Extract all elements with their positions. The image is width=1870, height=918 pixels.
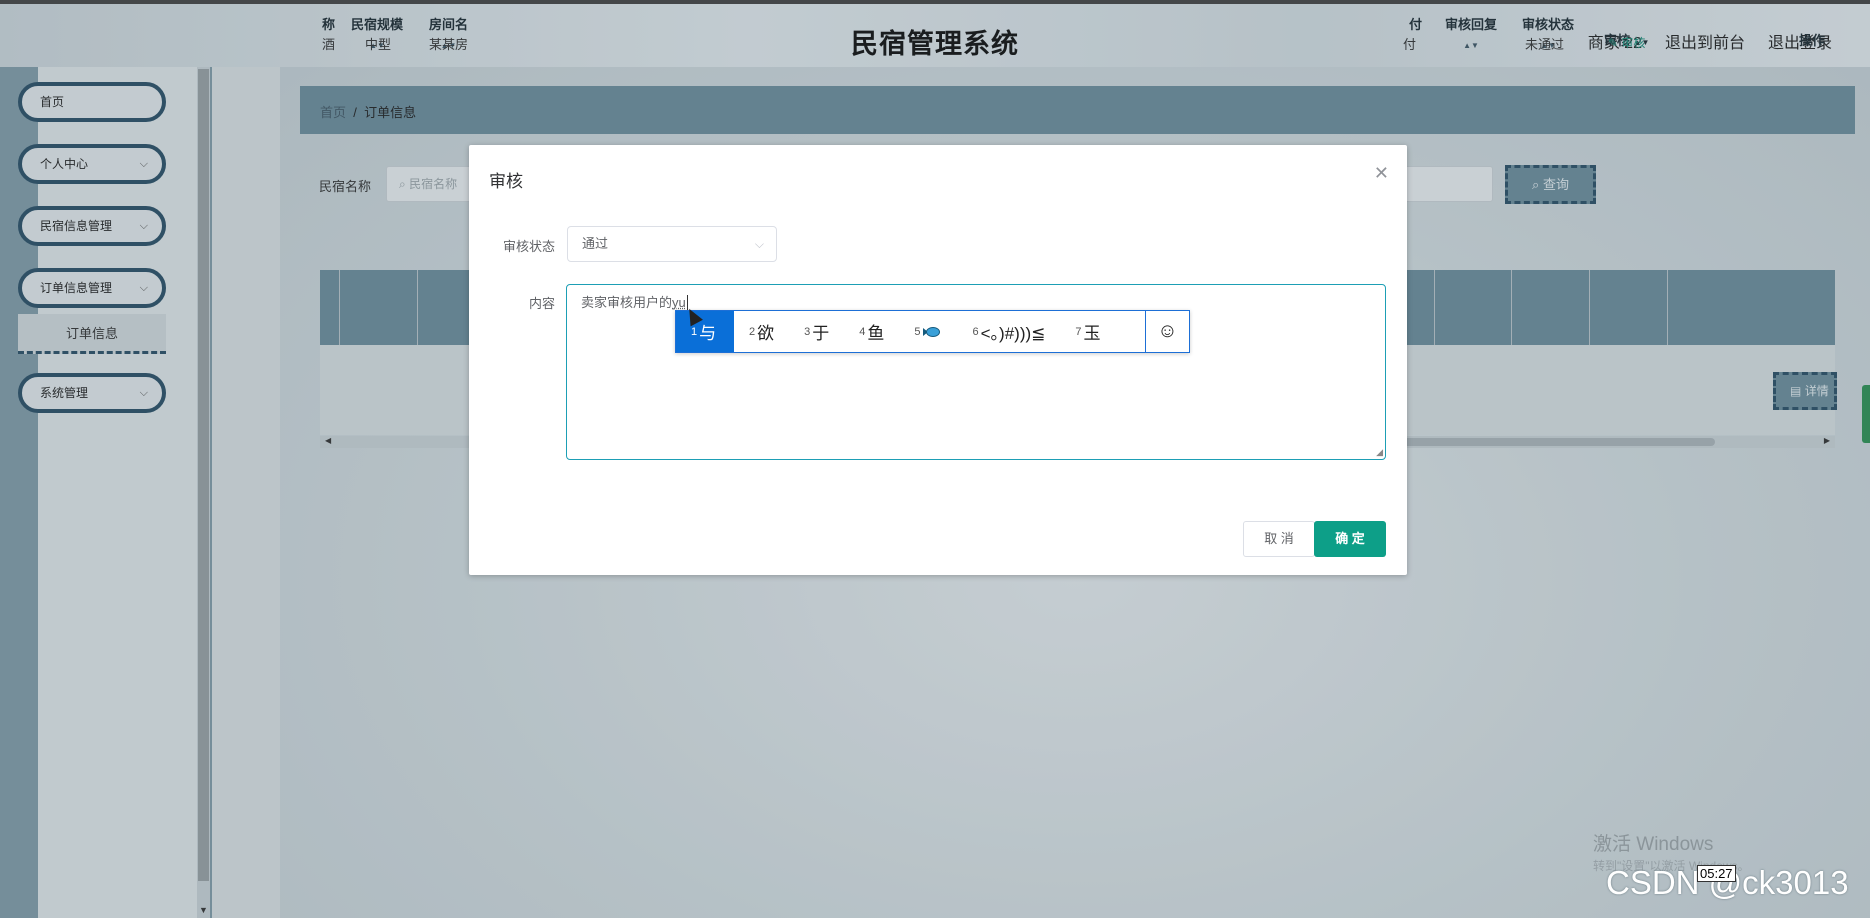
status-label: 审核状态: [502, 239, 555, 254]
ime-candidate-7[interactable]: 7玉: [1060, 311, 1115, 352]
resize-handle-icon[interactable]: ◢: [1376, 447, 1383, 458]
dialog-title: 审核: [489, 172, 523, 191]
chevron-down-icon: ⌵: [754, 237, 764, 251]
content-text: 卖家审核用户的: [581, 295, 673, 310]
video-timestamp: 05:27: [1697, 865, 1736, 882]
ime-candidate-5[interactable]: 5: [899, 311, 957, 352]
text-caret: [686, 295, 688, 310]
review-dialog: 审核 ✕ 审核状态 通过 ⌵ 内容 卖家审核用户的yu ◢ 取 消 确 定: [469, 145, 1407, 575]
ime-candidate-2[interactable]: 2欲: [734, 311, 789, 352]
ime-candidate-3[interactable]: 3于: [789, 311, 844, 352]
cancel-button[interactable]: 取 消: [1243, 521, 1315, 557]
content-label: 内容: [528, 296, 555, 311]
ime-candidate-6[interactable]: 6 <。)#)))≦: [958, 311, 1061, 352]
ime-composition: yu: [672, 295, 686, 310]
emoji-icon[interactable]: ☺: [1145, 311, 1189, 352]
confirm-button[interactable]: 确 定: [1314, 521, 1386, 557]
status-select[interactable]: 通过 ⌵: [567, 226, 777, 262]
fish-emoji-icon: [922, 325, 943, 339]
ime-candidate-bar: 1与 2欲 3于 4鱼 5 6 <。)#)))≦ 7玉 ☺: [675, 310, 1190, 353]
ime-candidate-4[interactable]: 4鱼: [844, 311, 899, 352]
status-select-value: 通过: [582, 236, 609, 251]
close-icon[interactable]: ✕: [1374, 163, 1389, 184]
